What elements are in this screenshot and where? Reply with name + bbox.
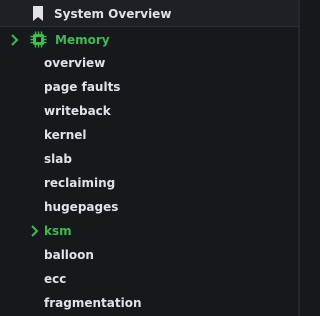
chip-icon (30, 31, 47, 48)
sidebar-subitem-label: hugepages (44, 200, 119, 214)
sidebar-subitem-ecc[interactable]: ecc (0, 267, 298, 291)
sidebar-item-memory[interactable]: Memory (0, 28, 298, 52)
sidebar-subitem-fragmentation[interactable]: fragmentation (0, 291, 298, 315)
sidebar-subitem-balloon[interactable]: balloon (0, 243, 298, 267)
sidebar-subitem-label: reclaiming (44, 176, 116, 190)
sidebar-item-label: System Overview (54, 7, 172, 21)
chevron-right-icon (11, 34, 19, 46)
sidebar-subitem-ksm[interactable]: ksm (0, 219, 298, 243)
sidebar-subitem-label: kernel (44, 128, 87, 142)
sidebar-subitem-label: slab (44, 152, 72, 166)
sidebar-subitem-label: overview (44, 56, 106, 70)
sidebar-subitem-label: ecc (44, 272, 67, 286)
sidebar-subitem-overview[interactable]: overview (0, 51, 298, 75)
sidebar-subitem-hugepages[interactable]: hugepages (0, 195, 298, 219)
sidebar-subitem-label: writeback (44, 104, 111, 118)
sidebar-subitem-reclaiming[interactable]: reclaiming (0, 171, 298, 195)
sidebar-subitem-slab[interactable]: slab (0, 147, 298, 171)
chevron-right-icon (31, 225, 39, 237)
sidebar-subitem-label: balloon (44, 248, 94, 262)
sidebar-subitem-label: ksm (44, 224, 72, 238)
sidebar-item-label: Memory (55, 33, 110, 47)
sidebar-subitem-page-faults[interactable]: page faults (0, 75, 298, 99)
sidebar-subitem-writeback[interactable]: writeback (0, 99, 298, 123)
sidebar-subitem-label: page faults (44, 80, 121, 94)
bookmark-icon (33, 6, 43, 21)
sidebar-item-system-overview[interactable]: System Overview (0, 0, 298, 27)
sidebar-menu: System Overview Memory overview page fau… (0, 0, 300, 316)
sidebar-subitem-kernel[interactable]: kernel (0, 123, 298, 147)
sidebar-subitem-label: fragmentation (44, 296, 142, 310)
